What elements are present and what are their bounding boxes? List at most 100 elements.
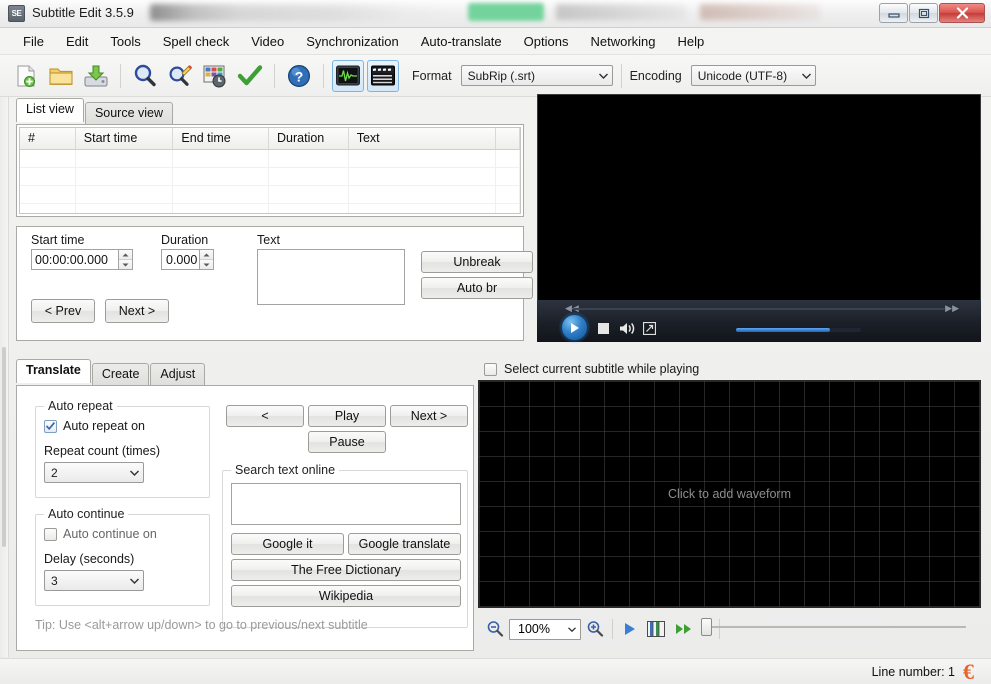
tab-create[interactable]: Create	[91, 363, 150, 385]
tab-adjust[interactable]: Adjust	[150, 363, 206, 385]
table-row[interactable]	[20, 186, 520, 204]
waveform-slider-thumb[interactable]	[701, 618, 712, 636]
save-button[interactable]	[80, 60, 112, 92]
waveform-grid-button[interactable]	[644, 621, 668, 637]
spell-check-button[interactable]	[234, 60, 266, 92]
menu-item-tools[interactable]: Tools	[99, 31, 151, 52]
menu-item-file[interactable]: File	[12, 31, 55, 52]
fast-forward-icon[interactable]: ▶▶	[945, 303, 959, 314]
blurred-green-badge	[468, 3, 544, 21]
video-toggle-button[interactable]	[367, 59, 399, 92]
delay-seconds-select[interactable]: 3	[44, 570, 144, 591]
waveform-play-button[interactable]	[621, 622, 639, 636]
duration-input[interactable]: 0.000	[161, 249, 214, 270]
subtitle-list[interactable]: # Start time End time Duration Text	[19, 127, 521, 214]
wikipedia-button[interactable]: Wikipedia	[231, 585, 461, 607]
menu-item-networking[interactable]: Networking	[579, 31, 666, 52]
waveform-zoom-select[interactable]: 100%	[509, 618, 581, 640]
unbreak-button[interactable]: Unbreak	[421, 251, 533, 273]
menu-item-options[interactable]: Options	[513, 31, 580, 52]
line-number-status: Line number: 1	[871, 665, 955, 679]
menu-item-help[interactable]: Help	[667, 31, 716, 52]
auto-br-button[interactable]: Auto br	[421, 277, 533, 299]
table-cell	[269, 204, 349, 213]
new-file-button[interactable]	[10, 60, 42, 92]
auto-repeat-checkbox[interactable]	[44, 419, 57, 433]
duration-stepper[interactable]	[199, 250, 213, 269]
auto-repeat-checkbox-row[interactable]: Auto repeat on	[44, 419, 145, 433]
table-cell	[269, 150, 349, 167]
table-row[interactable]	[20, 204, 520, 213]
stepper-down-icon[interactable]	[119, 260, 132, 269]
encoding-select[interactable]: Unicode (UTF-8)	[690, 65, 816, 86]
tab-source-view[interactable]: Source view	[84, 102, 174, 124]
column-header-duration[interactable]: Duration	[269, 128, 349, 149]
google-translate-button[interactable]: Google translate	[348, 533, 461, 555]
subtitle-text-input[interactable]	[257, 249, 405, 305]
tab-translate[interactable]: Translate	[16, 359, 91, 383]
table-cell	[173, 168, 269, 185]
menu-item-edit[interactable]: Edit	[55, 31, 99, 52]
tab-list-view[interactable]: List view	[16, 98, 84, 122]
select-subtitle-label: Select current subtitle while playing	[504, 362, 700, 376]
format-label: Format	[412, 68, 452, 83]
format-select[interactable]: SubRip (.srt)	[460, 65, 613, 86]
stepper-down-icon[interactable]	[200, 260, 213, 269]
free-dictionary-button[interactable]: The Free Dictionary	[231, 559, 461, 581]
prev-subtitle-button[interactable]: < Prev	[31, 299, 95, 323]
auto-continue-checkbox-row[interactable]: Auto continue on	[44, 527, 157, 541]
column-header-end-time[interactable]: End time	[173, 128, 270, 149]
auto-continue-group: Auto continue Auto continue on Delay (se…	[35, 507, 210, 606]
find-button[interactable]	[129, 60, 161, 92]
column-header-start-time[interactable]: Start time	[76, 128, 174, 149]
playback-pause-button[interactable]: Pause	[308, 431, 386, 453]
table-row[interactable]	[20, 168, 520, 186]
fix-common-errors-button[interactable]	[199, 60, 231, 92]
column-header-text[interactable]: Text	[349, 128, 497, 149]
replace-button[interactable]	[164, 60, 196, 92]
waveform-forward-button[interactable]	[673, 622, 697, 636]
menu-item-video[interactable]: Video	[240, 31, 295, 52]
playback-next-button[interactable]: Next >	[390, 405, 468, 427]
left-edge-scrollbar[interactable]	[0, 97, 9, 657]
help-button[interactable]: ?	[283, 60, 315, 92]
minimize-button[interactable]	[879, 3, 908, 23]
column-header-index[interactable]: #	[20, 128, 76, 149]
repeat-count-select[interactable]: 2	[44, 462, 144, 483]
video-mute-button[interactable]	[619, 320, 637, 336]
video-seek-row[interactable]: ◀◀ ▶▶	[537, 302, 981, 314]
video-seek-track[interactable]	[573, 308, 945, 310]
waveform-zoom-out-button[interactable]	[486, 620, 504, 638]
playback-back-button[interactable]: <	[226, 405, 304, 427]
waveform-toggle-button[interactable]	[332, 59, 364, 92]
video-volume-slider[interactable]	[736, 328, 861, 332]
waveform-display[interactable]: Click to add waveform	[478, 380, 981, 608]
stepper-up-icon[interactable]	[200, 250, 213, 260]
scrollbar-thumb[interactable]	[2, 347, 6, 547]
select-subtitle-checkbox[interactable]	[484, 362, 497, 376]
next-subtitle-button[interactable]: Next >	[105, 299, 169, 323]
maximize-button[interactable]	[909, 3, 938, 23]
select-subtitle-checkbox-row[interactable]: Select current subtitle while playing	[484, 362, 699, 376]
close-button[interactable]	[939, 3, 985, 23]
menu-item-synchronization[interactable]: Synchronization	[295, 31, 410, 52]
start-time-input[interactable]: 00:00:00.000	[31, 249, 133, 270]
google-it-button[interactable]: Google it	[231, 533, 344, 555]
waveform-zoom-in-button[interactable]	[586, 620, 604, 638]
table-cell	[496, 186, 520, 203]
menu-item-auto-translate[interactable]: Auto-translate	[410, 31, 513, 52]
menu-item-spell-check[interactable]: Spell check	[152, 31, 240, 52]
auto-continue-checkbox[interactable]	[44, 527, 57, 541]
status-bar: Line number: 1 €	[0, 658, 991, 684]
app-corner-logo: €	[963, 661, 974, 684]
video-play-button[interactable]	[561, 314, 588, 341]
start-time-stepper[interactable]	[118, 250, 132, 269]
video-fullscreen-button[interactable]	[642, 321, 656, 335]
open-folder-button[interactable]	[45, 60, 77, 92]
stepper-up-icon[interactable]	[119, 250, 132, 260]
search-text-input[interactable]	[231, 483, 461, 525]
table-row[interactable]	[20, 150, 520, 168]
video-stop-button[interactable]	[597, 322, 609, 334]
waveform-position-slider[interactable]	[700, 616, 972, 638]
playback-play-button[interactable]: Play	[308, 405, 386, 427]
